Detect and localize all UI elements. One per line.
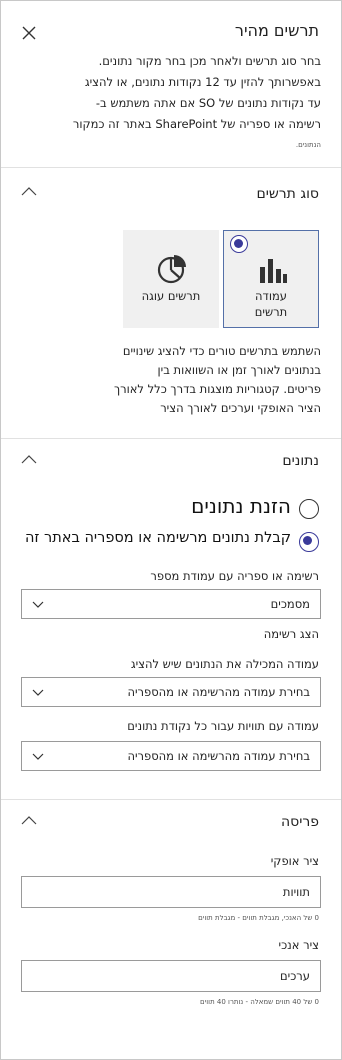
pane-header-section: תרשים מהיר בחר סוג תרשים ולאחר מכן בחר מ… <box>1 1 341 168</box>
chart-type-tiles: עמודה תרשים תרשים עוגה <box>1 230 341 330</box>
column-chart-label-2: תרשים <box>254 305 288 319</box>
column-chart-label-1: עמודה <box>255 289 287 303</box>
chart-type-header[interactable]: סוג תרשים <box>1 168 341 224</box>
close-icon[interactable] <box>21 25 37 41</box>
x-axis-label: ציר אופקי <box>270 854 319 868</box>
chart-type-section: סוג תרשים עמודה תרשים תרשים עוגה השתמש ב… <box>1 168 341 439</box>
chevron-down-icon <box>32 753 44 760</box>
chevron-down-icon <box>32 601 44 608</box>
y-axis-hint: 0 של 40 תווים שמאלה - נותרו 40 תווים <box>200 998 319 1006</box>
layout-section: פריסה ציר אופקי תוויות 0 של האנכי, מגבלת… <box>1 800 341 1060</box>
list-select-value: מסמכים <box>270 597 310 611</box>
y-axis-label: ציר אנכי <box>278 938 320 952</box>
pane-title: תרשים מהיר <box>234 21 319 40</box>
quick-chart-pane: תרשים מהיר בחר סוג תרשים ולאחר מכן בחר מ… <box>0 0 342 1060</box>
chevron-up-icon[interactable] <box>21 455 37 464</box>
layout-header[interactable]: פריסה <box>1 800 341 856</box>
data-title: נתונים <box>282 453 319 469</box>
chart-type-description: השתמש בתרשים טורים כדי להציג שינויים בנת… <box>113 344 321 415</box>
get-data-label[interactable]: קבלת נתונים מרשימה או מספריה באתר זה <box>25 530 291 546</box>
x-axis-input[interactable]: תוויות <box>21 876 321 908</box>
pie-chart-icon <box>157 255 186 284</box>
enter-data-radio[interactable] <box>299 499 319 519</box>
list-select[interactable]: מסמכים <box>21 589 321 619</box>
intro-tail: הנתונים. <box>295 141 321 149</box>
list-label: רשימה או ספריה עם עמודת מספר <box>150 569 319 583</box>
column-select-value: בחירת עמודה מהרשימה או מהספריה <box>127 685 310 699</box>
column-chart-tile[interactable]: עמודה תרשים <box>223 230 319 328</box>
chart-type-title: סוג תרשים <box>256 186 319 202</box>
show-list-link[interactable]: הצג רשימה <box>264 627 319 641</box>
y-axis-value: ערכים <box>280 969 310 983</box>
data-header[interactable]: נתונים <box>1 439 341 495</box>
chevron-up-icon[interactable] <box>21 187 37 196</box>
column-label: עמודה המכילה את הנתונים שיש להציג <box>130 657 319 671</box>
layout-title: פריסה <box>280 814 319 830</box>
labels-column-label: עמודה עם תוויות עבור כל נקודת נתונים <box>127 719 319 733</box>
chevron-up-icon[interactable] <box>21 816 37 825</box>
intro-text: בחר סוג תרשים ולאחר מכן בחר מקור נתונים.… <box>1 51 341 156</box>
enter-data-label[interactable]: הזנת נתונים <box>191 494 291 518</box>
data-section: נתונים הזנת נתונים קבלת נתונים מרשימה או… <box>1 439 341 800</box>
pie-chart-label: תרשים עוגה <box>141 289 201 303</box>
pane-header: תרשים מהיר <box>1 1 341 57</box>
get-data-radio[interactable] <box>299 532 319 552</box>
labels-column-select-value: בחירת עמודה מהרשימה או מהספריה <box>127 749 310 763</box>
y-axis-input[interactable]: ערכים <box>21 960 321 992</box>
x-axis-value: תוויות <box>282 885 310 899</box>
column-chart-radio[interactable] <box>230 235 248 253</box>
x-axis-hint: 0 של האנכי, מגבלת תווים - מגבלת תווים <box>198 914 319 922</box>
labels-column-select[interactable]: בחירת עמודה מהרשימה או מהספריה <box>21 741 321 771</box>
bar-chart-icon <box>260 259 287 283</box>
pie-chart-tile[interactable]: תרשים עוגה <box>123 230 219 328</box>
column-select[interactable]: בחירת עמודה מהרשימה או מהספריה <box>21 677 321 707</box>
chevron-down-icon <box>32 689 44 696</box>
